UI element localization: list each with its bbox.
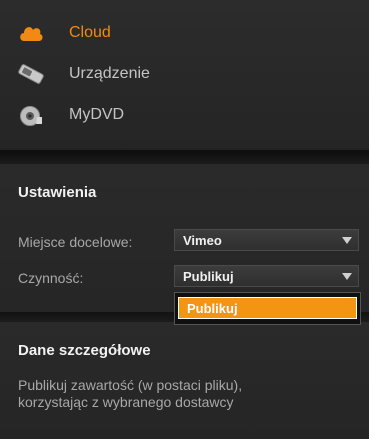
destination-select[interactable]: Vimeo xyxy=(174,229,359,251)
destination-label: Urządzenie xyxy=(69,65,150,82)
description-line: korzystając z wybranego dostawcy xyxy=(18,394,234,410)
destination-item-device[interactable]: Urządzenie xyxy=(0,55,369,93)
disc-icon xyxy=(18,104,44,126)
description-line: Publikuj zawartość (w postaci pliku), xyxy=(18,377,243,393)
destination-select-value: Vimeo xyxy=(183,233,222,248)
dropdown-option-label: Publikuj xyxy=(187,301,238,316)
details-description: Publikuj zawartość (w postaci pliku), ko… xyxy=(18,377,348,411)
action-dropdown-list: Publikuj xyxy=(174,292,361,325)
chevron-down-icon xyxy=(342,237,352,244)
destination-item-mydvd[interactable]: MyDVD xyxy=(0,96,369,134)
action-select[interactable]: Publikuj xyxy=(174,265,359,287)
action-select-value: Publikuj xyxy=(183,269,234,284)
settings-title: Ustawienia xyxy=(18,184,97,201)
details-title: Dane szczegółowe xyxy=(18,342,151,359)
chevron-down-icon xyxy=(342,273,352,280)
dropdown-option-publikuj[interactable]: Publikuj xyxy=(178,297,357,319)
cloud-icon xyxy=(18,22,44,44)
destination-item-cloud[interactable]: Cloud xyxy=(0,14,369,52)
settings-panel: Ustawienia Miejsce docelowe: Vimeo Czynn… xyxy=(0,164,369,312)
destination-label: MyDVD xyxy=(69,106,125,123)
details-panel: Dane szczegółowe Publikuj zawartość (w p… xyxy=(0,322,369,439)
destination-list: Cloud Urządzenie MyDVD xyxy=(0,0,369,148)
action-field-label: Czynność: xyxy=(18,270,84,286)
destination-label: Cloud xyxy=(69,24,111,41)
panel-separator xyxy=(0,150,369,164)
destination-field-label: Miejsce docelowe: xyxy=(18,234,133,250)
device-icon xyxy=(18,63,44,85)
